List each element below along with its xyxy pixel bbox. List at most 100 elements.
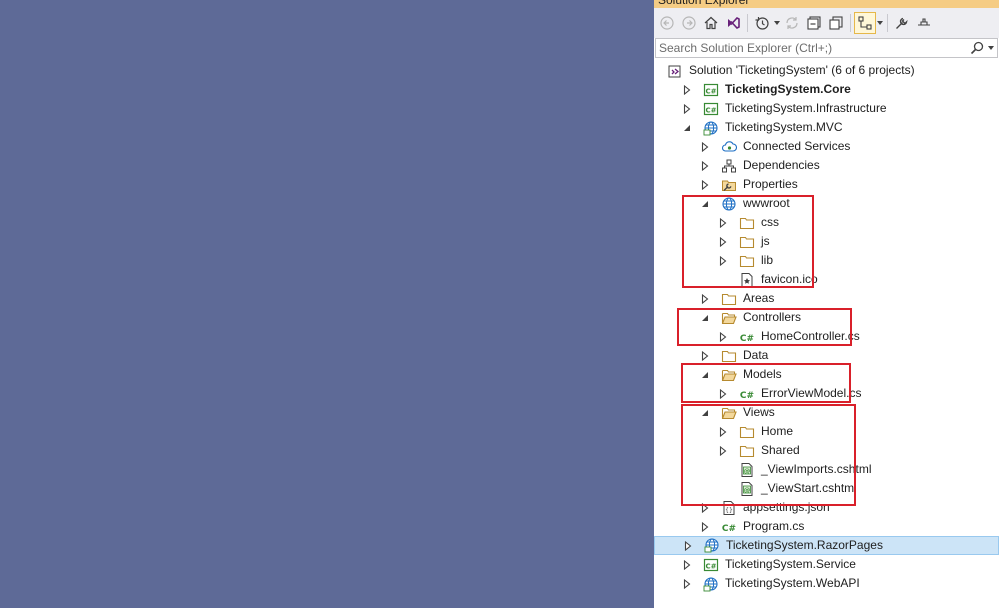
tree-item[interactable]: TicketingSystem.RazorPages bbox=[654, 536, 999, 555]
tree-item[interactable]: Solution 'TicketingSystem' (6 of 6 proje… bbox=[654, 61, 999, 80]
tree-item[interactable]: {} appsettings.json bbox=[654, 498, 999, 517]
tree-item-label: TicketingSystem.Service bbox=[725, 557, 856, 571]
tree-item[interactable]: C# Program.cs bbox=[654, 517, 999, 536]
expanded-arrow-icon[interactable] bbox=[700, 403, 710, 422]
properties-wrench-icon[interactable] bbox=[891, 12, 913, 34]
collapsed-arrow-icon[interactable] bbox=[700, 517, 710, 536]
tree-item-label: Controllers bbox=[743, 310, 802, 324]
collapsed-arrow-icon[interactable] bbox=[682, 555, 692, 574]
tree-item[interactable]: C# HomeController.cs bbox=[654, 327, 999, 346]
forward-icon[interactable] bbox=[678, 12, 700, 34]
tree-item[interactable]: @ _ViewImports.cshtml bbox=[654, 460, 999, 479]
tree-item[interactable]: lib bbox=[654, 251, 999, 270]
tree-item[interactable]: Data bbox=[654, 346, 999, 365]
chevron-down-icon[interactable] bbox=[876, 21, 884, 25]
back-icon[interactable] bbox=[656, 12, 678, 34]
collapsed-arrow-icon[interactable] bbox=[718, 232, 728, 251]
tree-item[interactable]: js bbox=[654, 232, 999, 251]
tree-item[interactable]: C# TicketingSystem.Core bbox=[654, 80, 999, 99]
preview-selected-icon[interactable] bbox=[854, 12, 876, 34]
tree-item[interactable]: css bbox=[654, 213, 999, 232]
tree-item[interactable]: Dependencies bbox=[654, 156, 999, 175]
svg-text:{}: {} bbox=[725, 507, 733, 514]
tree-item-label: Home bbox=[761, 424, 794, 438]
chevron-down-icon[interactable] bbox=[773, 21, 781, 25]
tree-item-label: wwwroot bbox=[743, 196, 790, 210]
open-folder-icon bbox=[720, 366, 737, 383]
tree-item[interactable]: TicketingSystem.WebAPI bbox=[654, 574, 999, 593]
tree-item[interactable]: C# TicketingSystem.Service bbox=[654, 555, 999, 574]
solution-icon bbox=[666, 62, 683, 79]
collapse-all-icon[interactable] bbox=[803, 12, 825, 34]
collapsed-arrow-icon[interactable] bbox=[682, 574, 692, 593]
search-icon[interactable] bbox=[969, 40, 985, 56]
tree-item[interactable]: TicketingSystem.MVC bbox=[654, 118, 999, 137]
collapsed-arrow-icon[interactable] bbox=[683, 536, 693, 555]
tree-item[interactable]: Connected Services bbox=[654, 137, 999, 156]
tree-item-label: lib bbox=[761, 253, 774, 267]
csharp-project-icon: C# bbox=[702, 100, 719, 117]
pin-icon[interactable] bbox=[913, 12, 935, 34]
tree-item[interactable]: Views bbox=[654, 403, 999, 422]
tree-item[interactable]: Shared bbox=[654, 441, 999, 460]
tree-item[interactable]: favicon.ico bbox=[654, 270, 999, 289]
expanded-arrow-icon[interactable] bbox=[700, 308, 710, 327]
collapsed-arrow-icon[interactable] bbox=[700, 175, 710, 194]
collapsed-arrow-icon[interactable] bbox=[718, 327, 728, 346]
expanded-arrow-icon[interactable] bbox=[700, 365, 710, 384]
tree-item[interactable]: C# TicketingSystem.Infrastructure bbox=[654, 99, 999, 118]
vs-switch-views-icon[interactable] bbox=[722, 12, 744, 34]
tree-item-label: Data bbox=[743, 348, 769, 362]
collapsed-arrow-icon[interactable] bbox=[718, 251, 728, 270]
search-box[interactable] bbox=[655, 38, 998, 58]
collapsed-arrow-icon[interactable] bbox=[700, 137, 710, 156]
tree-item-label: Dependencies bbox=[743, 158, 820, 172]
show-all-files-icon[interactable] bbox=[825, 12, 847, 34]
chevron-down-icon[interactable] bbox=[985, 46, 997, 50]
expanded-arrow-icon[interactable] bbox=[700, 194, 710, 213]
tree-item-label: Properties bbox=[743, 177, 798, 191]
search-input[interactable] bbox=[656, 39, 969, 57]
open-folder-icon bbox=[720, 404, 737, 421]
json-file-icon: {} bbox=[720, 499, 737, 516]
csharp-file-icon: C# bbox=[720, 518, 737, 535]
tree-item[interactable]: Home bbox=[654, 422, 999, 441]
razor-file-icon: @ bbox=[738, 480, 755, 497]
collapsed-arrow-icon[interactable] bbox=[718, 213, 728, 232]
tree-item-label: _ViewStart.cshtml bbox=[761, 481, 857, 495]
tree-item-label: favicon.ico bbox=[761, 272, 818, 286]
tree-item[interactable]: Controllers bbox=[654, 308, 999, 327]
collapsed-arrow-icon[interactable] bbox=[700, 346, 710, 365]
collapsed-arrow-icon[interactable] bbox=[700, 289, 710, 308]
tree-item-label: Program.cs bbox=[743, 519, 805, 533]
expanded-arrow-icon[interactable] bbox=[682, 118, 692, 137]
home-icon[interactable] bbox=[700, 12, 722, 34]
tree-item[interactable]: Areas bbox=[654, 289, 999, 308]
web-project-icon bbox=[702, 119, 719, 136]
collapsed-arrow-icon[interactable] bbox=[718, 384, 728, 403]
tree-item[interactable]: Properties bbox=[654, 175, 999, 194]
tree-item-label: TicketingSystem.Core bbox=[725, 82, 851, 96]
collapsed-arrow-icon[interactable] bbox=[700, 156, 710, 175]
tree-item-label: Views bbox=[743, 405, 775, 419]
tree-item[interactable]: @ _ViewStart.cshtml bbox=[654, 479, 999, 498]
tree-item-label: Shared bbox=[761, 443, 800, 457]
tree-item-label: HomeController.cs bbox=[761, 329, 860, 343]
tree-item[interactable]: C# ErrorViewModel.cs bbox=[654, 384, 999, 403]
solution-explorer-panel: Solution Explorer Search Solution Explor… bbox=[654, 0, 999, 608]
collapsed-arrow-icon[interactable] bbox=[718, 422, 728, 441]
collapsed-arrow-icon[interactable] bbox=[682, 80, 692, 99]
tree-item-label: ErrorViewModel.cs bbox=[761, 386, 862, 400]
collapsed-arrow-icon[interactable] bbox=[700, 498, 710, 517]
tree-item[interactable]: Models bbox=[654, 365, 999, 384]
folder-icon bbox=[720, 290, 737, 307]
collapsed-arrow-icon[interactable] bbox=[718, 441, 728, 460]
sync-icon[interactable] bbox=[781, 12, 803, 34]
tree-item[interactable]: wwwroot bbox=[654, 194, 999, 213]
history-icon[interactable] bbox=[751, 12, 773, 34]
svg-text:C#: C# bbox=[721, 524, 735, 534]
tree-item-label: appsettings.json bbox=[743, 500, 830, 514]
collapsed-arrow-icon[interactable] bbox=[682, 99, 692, 118]
tree-item-label: Areas bbox=[743, 291, 775, 305]
svg-text:C#: C# bbox=[739, 391, 753, 401]
